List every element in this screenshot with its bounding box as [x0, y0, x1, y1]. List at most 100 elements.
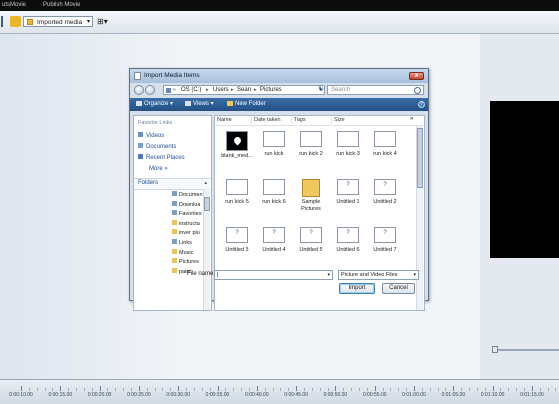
folder-icon — [172, 219, 177, 225]
column-name[interactable]: Name — [217, 117, 232, 123]
file-thumbnail-icon — [226, 131, 248, 151]
import-button[interactable]: Import — [339, 283, 375, 294]
folder-tree-scrollbar[interactable] — [203, 189, 210, 310]
views-menu[interactable]: Views ▾ — [185, 98, 214, 111]
file-name-value: | — [217, 272, 219, 278]
file-list-scrollbar[interactable] — [416, 126, 423, 310]
more-link[interactable]: More » — [149, 166, 168, 172]
breadcrumb-pictures[interactable]: Pictures — [260, 86, 282, 95]
collection-dropdown[interactable]: Imported media ▾ — [23, 16, 93, 27]
folder-tree-item[interactable]: Pictures — [172, 258, 199, 265]
file-thumbnail-icon — [226, 179, 248, 195]
folder-tree-item[interactable]: Music — [172, 248, 193, 256]
help-icon[interactable]: ? — [418, 101, 425, 108]
breadcrumb-sean[interactable]: Sean — [237, 86, 251, 95]
file-item[interactable]: Untitled 7 — [365, 224, 405, 269]
address-bar[interactable]: « OS (C:) ▸ Users ▸ Sean ▸ Pictures ▾ — [163, 85, 325, 95]
playback-slider-track[interactable] — [492, 349, 559, 351]
publish-movie-menu[interactable]: Publish Movie — [43, 0, 80, 11]
breadcrumb-drive[interactable]: OS (C:) — [181, 86, 201, 95]
file-thumbnail-icon — [337, 131, 359, 147]
search-icon[interactable] — [414, 87, 421, 94]
file-item[interactable]: run kick 4 — [365, 128, 405, 173]
column-size[interactable]: Size — [334, 117, 345, 123]
timeline-minor-tick — [107, 388, 109, 391]
file-thumbnail-icon — [374, 227, 396, 243]
timeline-label: 0:00:25.00 — [127, 392, 151, 398]
timeline-minor-tick — [524, 388, 526, 391]
file-item[interactable]: Sample Pictures — [291, 176, 331, 221]
column-divider[interactable] — [251, 117, 252, 124]
file-item[interactable]: blank_med... — [217, 128, 257, 173]
search-input[interactable]: Search — [327, 85, 424, 95]
breadcrumb-users[interactable]: Users — [213, 86, 229, 95]
file-item[interactable]: Untitled 6 — [328, 224, 368, 269]
pencil-icon[interactable] — [10, 16, 21, 27]
playback-slider-thumb[interactable] — [492, 346, 498, 353]
organize-menu[interactable]: Organize ▾ — [136, 98, 173, 111]
timeline-minor-tick — [445, 388, 447, 391]
folder-tree-item[interactable]: Downloa — [172, 200, 200, 208]
file-item[interactable]: run kick 5 — [217, 176, 257, 221]
forward-button[interactable] — [145, 85, 155, 95]
close-icon: x — [414, 73, 419, 79]
file-type-select[interactable]: Picture and Video Files ▾ — [338, 270, 419, 280]
file-item[interactable]: Untitled 1 — [328, 176, 368, 221]
folders-label: Folders — [138, 180, 159, 186]
favorite-documents[interactable]: Documents — [138, 143, 176, 150]
file-item[interactable]: Untitled 4 — [254, 224, 294, 269]
timeline-minor-tick — [539, 388, 541, 391]
file-item[interactable]: Untitled 5 — [291, 224, 331, 269]
folder-tree-item[interactable]: Favorites — [172, 210, 202, 217]
column-divider[interactable] — [331, 117, 332, 124]
column-tags[interactable]: Tags — [294, 117, 306, 123]
file-item[interactable]: run kick 2 — [291, 128, 331, 173]
dialog-title-bar: Import Media Items x — [130, 69, 428, 83]
timeline-minor-tick — [390, 388, 392, 391]
timeline-label: 0:00:40.00 — [244, 392, 269, 398]
new-folder-button[interactable]: New Folder — [227, 98, 266, 111]
timeline-minor-tick — [209, 388, 211, 391]
file-name-input[interactable]: | ▾ — [214, 270, 333, 280]
timeline-minor-tick — [44, 388, 46, 391]
toolbar: Imported media ▾ ⊞▾ — [0, 11, 559, 34]
file-thumbnail-icon — [337, 179, 359, 195]
timeline-label: 0:00:15.00 — [48, 392, 73, 398]
file-item[interactable]: run kick — [254, 128, 294, 173]
file-item[interactable]: run kick 6 — [254, 176, 294, 221]
file-item[interactable]: Untitled 2 — [365, 176, 405, 221]
folders-toggle[interactable]: Folders ▴ — [134, 178, 211, 190]
more-columns-icon[interactable]: » — [410, 116, 413, 122]
timeline-minor-tick — [303, 388, 305, 391]
organize-label: Organize — [144, 101, 169, 107]
timeline-ruler[interactable]: 0:00:10.00 0:00:15.00 0:00:20.00 0:00:25.00… — [0, 379, 559, 404]
favorite-recent-places[interactable]: Recent Places — [138, 154, 185, 161]
back-button[interactable] — [134, 85, 144, 95]
folder-tree-item[interactable]: instructa — [172, 219, 200, 227]
column-divider[interactable] — [291, 117, 292, 124]
folder-tree-item[interactable]: Documen — [172, 191, 203, 198]
folder-icon — [302, 179, 320, 197]
timeline-tick — [296, 386, 298, 391]
favorite-label: Videos — [146, 133, 165, 139]
cancel-button[interactable]: Cancel — [382, 283, 415, 294]
timeline-minor-tick — [547, 388, 549, 391]
folder-tree-item[interactable]: inver plu — [172, 229, 200, 236]
favorite-videos[interactable]: Videos — [138, 132, 164, 139]
folder-tree-label: Links — [179, 240, 192, 246]
file-name-label: run kick 3 — [336, 151, 360, 157]
refresh-icon[interactable]: ↻ — [317, 85, 325, 95]
view-options-icon[interactable]: ⊞▾ — [97, 16, 108, 27]
column-date-taken[interactable]: Date taken — [254, 117, 281, 123]
chevron-down-icon[interactable]: ▾ — [327, 271, 330, 279]
timeline-minor-tick — [248, 388, 250, 391]
scroll-thumb[interactable] — [417, 128, 423, 188]
file-item[interactable]: run kick 3 — [328, 128, 368, 173]
close-button[interactable]: x — [409, 72, 424, 80]
folder-tree-item[interactable]: Links — [172, 239, 192, 246]
scroll-thumb[interactable] — [204, 197, 210, 211]
file-name-label: run kick — [264, 151, 284, 157]
timeline-minor-tick — [272, 388, 274, 391]
file-item[interactable]: Untitled 3 — [217, 224, 257, 269]
file-thumbnail-icon — [263, 179, 285, 195]
